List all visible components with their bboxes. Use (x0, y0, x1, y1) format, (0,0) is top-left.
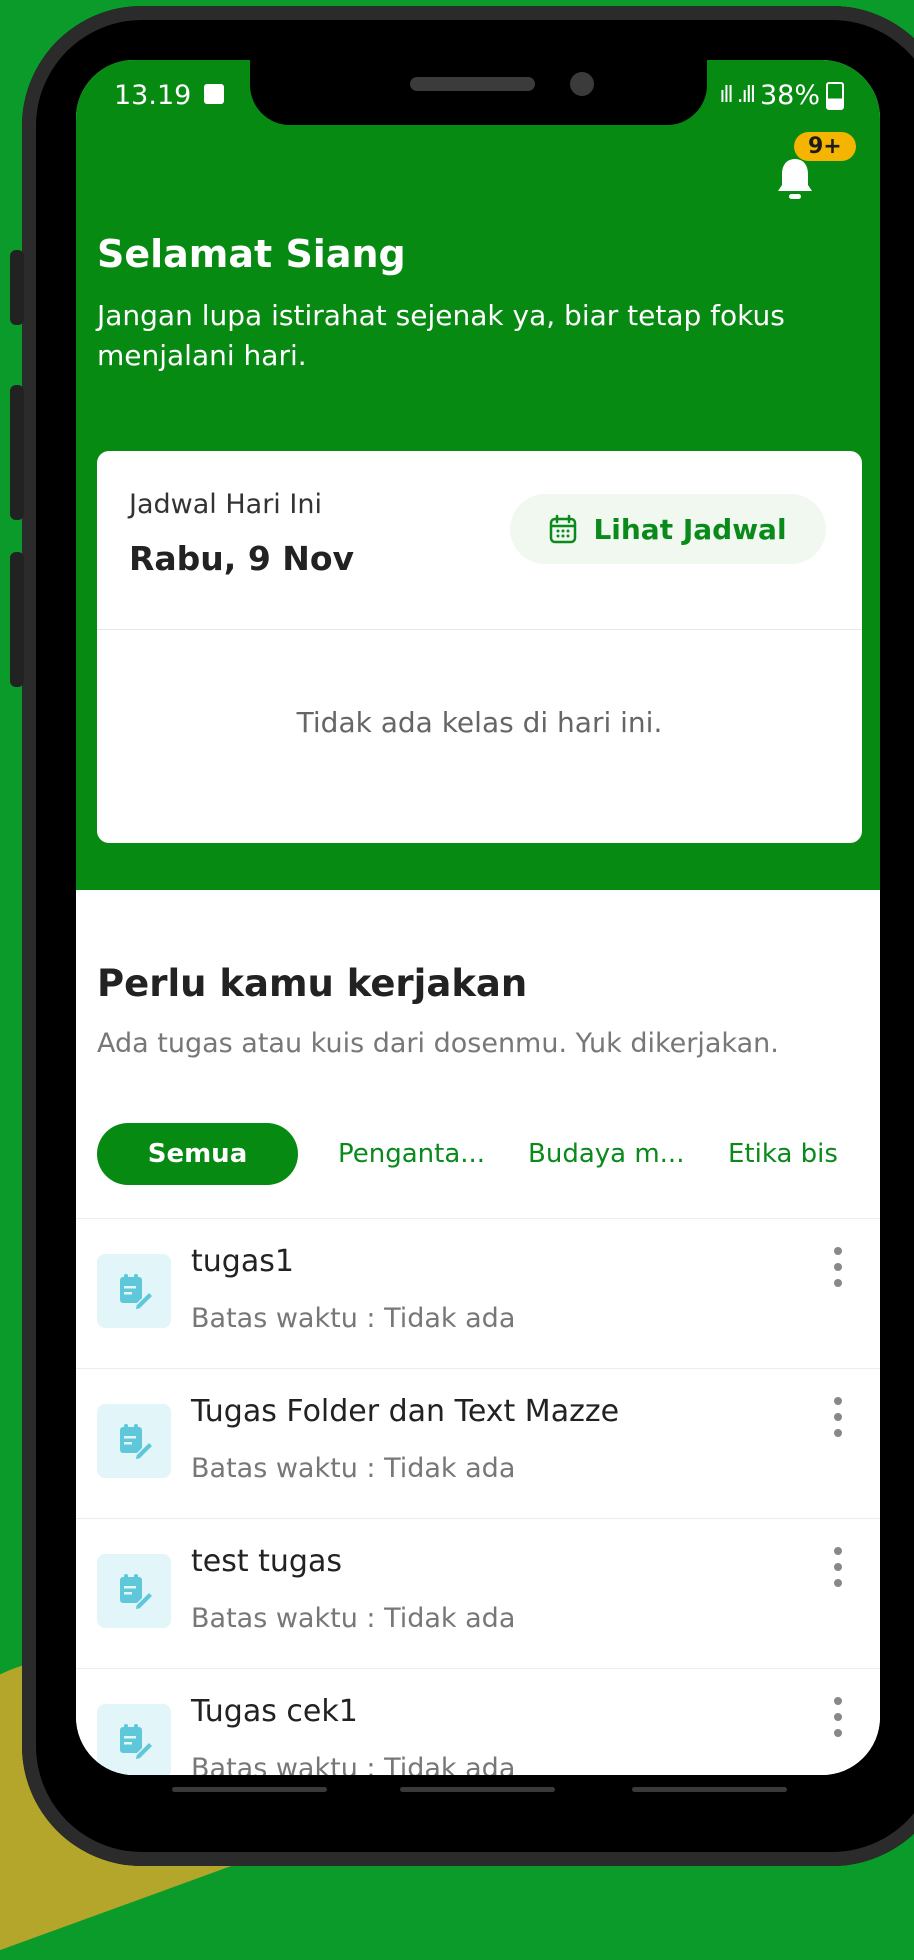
status-time: 13.19 (114, 80, 192, 111)
header-section: 13.19 ıll .ıll 38% 9+ Selamat Siang Jang… (76, 60, 880, 890)
bell-icon[interactable] (775, 155, 815, 203)
task-item[interactable]: tugas1 Batas waktu : Tidak ada (76, 1218, 880, 1368)
card-divider (97, 629, 862, 630)
notch (250, 60, 707, 125)
phone-side-button (10, 552, 24, 687)
course-filter-tabs: Semua Penganta... Budaya m... Etika bis (97, 1123, 848, 1185)
phone-side-button (10, 385, 24, 520)
task-item[interactable]: Tugas cek1 Batas waktu : Tidak ada (76, 1668, 880, 1775)
task-item[interactable]: test tugas Batas waktu : Tidak ada (76, 1518, 880, 1668)
phone-side-button (10, 250, 24, 325)
greeting-subtitle: Jangan lupa istirahat sejenak ya, biar t… (97, 299, 785, 372)
schedule-empty-message: Tidak ada kelas di hari ini. (296, 706, 663, 739)
task-title: Tugas cek1 (191, 1694, 358, 1729)
assignment-icon (97, 1254, 171, 1328)
more-options-icon[interactable] (833, 1397, 843, 1437)
tasks-section-subtitle: Ada tugas atau kuis dari dosenmu. Yuk di… (97, 1028, 779, 1059)
nav-recents-button[interactable] (172, 1787, 327, 1792)
task-deadline: Batas waktu : Tidak ada (191, 1603, 516, 1634)
status-indicators: ıll .ıll 38% (717, 80, 844, 111)
nav-back-button[interactable] (632, 1787, 787, 1792)
assignment-icon (97, 1554, 171, 1628)
system-nav-bar (76, 1775, 880, 1805)
battery-percent: 38% (759, 80, 820, 111)
calendar-icon (550, 514, 577, 544)
task-item[interactable]: Tugas Folder dan Text Mazze Batas waktu … (76, 1368, 880, 1518)
task-list: tugas1 Batas waktu : Tidak ada Tugas Fol… (76, 1218, 880, 1775)
assignment-icon (97, 1404, 171, 1478)
speaker (410, 77, 535, 91)
app-screen: 13.19 ıll .ıll 38% 9+ Selamat Siang Jang… (76, 60, 880, 1775)
tab-all[interactable]: Semua (97, 1123, 298, 1185)
schedule-date: Rabu, 9 Nov (129, 539, 355, 578)
task-deadline: Batas waktu : Tidak ada (191, 1303, 516, 1334)
tab-course-2[interactable]: Budaya m... (528, 1123, 728, 1185)
more-options-icon[interactable] (833, 1247, 843, 1287)
schedule-label: Jadwal Hari Ini (129, 489, 322, 520)
camera (570, 72, 594, 96)
task-title: Tugas Folder dan Text Mazze (191, 1394, 620, 1429)
task-title: test tugas (191, 1544, 342, 1579)
task-deadline: Batas waktu : Tidak ada (191, 1453, 516, 1484)
view-schedule-button[interactable]: Lihat Jadwal (510, 494, 826, 564)
battery-icon (826, 81, 844, 110)
tab-course-3[interactable]: Etika bis (728, 1123, 848, 1185)
view-schedule-label: Lihat Jadwal (593, 512, 787, 546)
assignment-icon (97, 1704, 171, 1775)
greeting-title: Selamat Siang (97, 232, 406, 276)
task-deadline: Batas waktu : Tidak ada (191, 1753, 516, 1775)
more-options-icon[interactable] (833, 1697, 843, 1737)
tab-course-1[interactable]: Penganta... (338, 1123, 508, 1185)
task-title: tugas1 (191, 1244, 294, 1279)
nav-home-button[interactable] (400, 1787, 555, 1792)
more-options-icon[interactable] (833, 1547, 843, 1587)
schedule-card: Jadwal Hari Ini Rabu, 9 Nov Lihat Jadwal (97, 451, 862, 843)
signal-icon: ıll .ıll (716, 83, 756, 108)
notification-badge: 9+ (794, 132, 856, 161)
gallery-icon (204, 84, 224, 104)
tasks-section-title: Perlu kamu kerjakan (97, 962, 528, 1005)
